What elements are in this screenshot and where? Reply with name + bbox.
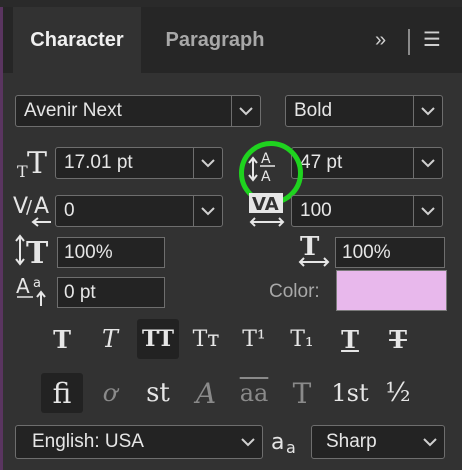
svg-text:A: A	[34, 194, 49, 219]
svg-text:/: /	[26, 197, 33, 218]
svg-text:a: a	[33, 276, 41, 291]
subscript-button[interactable]: T₁	[281, 319, 323, 359]
tracking-icon: VA	[247, 191, 287, 229]
tab-paragraph[interactable]: Paragraph	[151, 7, 279, 73]
character-panel: Character Paragraph » ☰ Avenir Next Bold…	[3, 7, 462, 470]
font-size-value: 17.01 pt	[64, 152, 133, 173]
vertical-scale-icon: T	[15, 233, 55, 271]
horizontal-scale-field[interactable]: 100%	[335, 237, 445, 268]
color-swatch[interactable]	[336, 270, 447, 311]
font-style-value: Bold	[294, 100, 333, 121]
chevron-down-icon	[231, 96, 260, 126]
chevron-down-icon	[413, 148, 442, 178]
tab-divider	[408, 29, 410, 55]
language-dropdown[interactable]: English: USA	[15, 425, 263, 459]
chevron-down-icon	[234, 426, 262, 458]
all-caps-button[interactable]: TT	[137, 319, 179, 359]
leading-value: 47 pt	[300, 152, 343, 173]
font-family-dropdown[interactable]: Avenir Next	[15, 95, 261, 127]
font-size-field[interactable]: 17.01 pt	[55, 147, 223, 179]
ordinals-button[interactable]: 1st	[329, 373, 371, 413]
baseline-shift-value: 0 pt	[64, 282, 96, 303]
font-size-icon: T T	[15, 145, 51, 181]
strikethrough-button[interactable]: T	[377, 319, 419, 359]
titling-alternates-button[interactable]: T	[281, 373, 323, 413]
kerning-field[interactable]: 0	[55, 195, 223, 227]
fractions-button[interactable]: ½	[377, 373, 419, 413]
faux-italic-button[interactable]: T	[89, 319, 131, 359]
tracking-field[interactable]: 100	[291, 195, 443, 227]
font-family-value: Avenir Next	[24, 100, 122, 121]
svg-text:a: a	[271, 430, 284, 455]
stylistic-alternates-button[interactable]: aa	[233, 373, 275, 413]
discretionary-ligatures-button[interactable]: st	[137, 373, 179, 413]
chevron-down-icon	[193, 196, 222, 226]
tab-bar: Character Paragraph » ☰	[3, 7, 462, 73]
kerning-value: 0	[64, 200, 75, 221]
horizontal-scale-value: 100%	[342, 242, 391, 263]
chevron-down-icon	[413, 96, 442, 126]
svg-text:T: T	[27, 146, 47, 181]
anti-aliasing-icon: a a	[269, 427, 309, 457]
superscript-button[interactable]: T¹	[233, 319, 275, 359]
baseline-shift-field[interactable]: 0 pt	[57, 277, 165, 308]
faux-bold-button[interactable]: T	[41, 319, 83, 359]
color-label: Color:	[269, 281, 320, 302]
baseline-shift-icon: A a	[15, 273, 55, 307]
standard-ligatures-button[interactable]: ﬁ	[41, 373, 83, 413]
panel-menu-icon[interactable]: ☰	[423, 7, 441, 73]
vertical-scale-field[interactable]: 100%	[57, 237, 165, 268]
horizontal-scale-icon: T	[297, 232, 333, 267]
chevron-down-icon	[193, 148, 222, 178]
tab-character[interactable]: Character	[13, 7, 141, 73]
top-bar	[0, 0, 462, 7]
anti-aliasing-dropdown[interactable]: Sharp	[311, 425, 445, 459]
svg-text:a: a	[286, 438, 296, 457]
anti-aliasing-value: Sharp	[326, 431, 377, 452]
svg-text:VA: VA	[252, 194, 279, 215]
contextual-alternates-button[interactable]: ơ	[89, 373, 131, 413]
language-value: English: USA	[32, 431, 144, 452]
tracking-value: 100	[300, 200, 332, 221]
chevron-down-icon	[416, 426, 444, 458]
chevron-down-icon	[413, 196, 442, 226]
kerning-icon: V / A	[13, 191, 53, 229]
font-style-dropdown[interactable]: Bold	[285, 95, 443, 127]
svg-text:T: T	[26, 236, 49, 267]
underline-button[interactable]: T	[329, 319, 371, 359]
swash-button[interactable]: A	[185, 373, 227, 413]
small-caps-button[interactable]: Tт	[185, 319, 227, 359]
svg-text:A: A	[16, 274, 30, 298]
expand-icon[interactable]: »	[375, 7, 386, 73]
leading-field[interactable]: 47 pt	[291, 147, 443, 179]
vertical-scale-value: 100%	[64, 242, 113, 263]
